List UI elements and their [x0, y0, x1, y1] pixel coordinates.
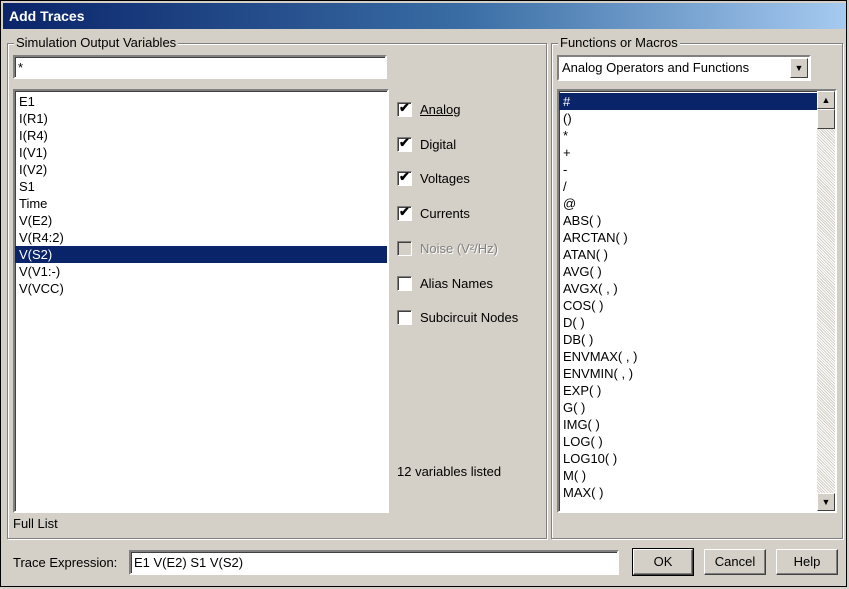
list-item[interactable]: V(S2): [15, 246, 387, 263]
trace-expression-value: E1 V(E2) S1 V(S2): [134, 555, 244, 570]
list-item[interactable]: I(V1): [15, 144, 387, 161]
functions-dropdown-value: Analog Operators and Functions: [562, 60, 750, 75]
digital-checkbox[interactable]: ✔ Digital: [397, 134, 456, 154]
digital-label: Digital: [420, 136, 457, 152]
variable-count: 12 variables listed: [397, 464, 502, 479]
filter-input-value: *: [18, 60, 24, 75]
list-item[interactable]: AVG( ): [559, 263, 817, 280]
functions-dropdown[interactable]: Analog Operators and Functions ▼: [557, 55, 811, 81]
list-item[interactable]: ABS( ): [559, 212, 817, 229]
functions-list[interactable]: #() * + - / @ ABS( ) ARCTAN( ) ATAN( ) AVG( ) AVGX…: [557, 89, 837, 513]
scrollbar-thumb[interactable]: [817, 109, 835, 129]
functions-group-label: Functions or Macros: [558, 35, 680, 51]
currents-label: Currents: [420, 205, 470, 221]
output-variables-list[interactable]: E1 I(R1) I(R4) I(V1) I(V2) S1 Time V(E2) V(R4:2)…: [13, 89, 389, 513]
checkbox-box: [397, 275, 412, 291]
analog-label: Analog: [420, 101, 461, 117]
list-item[interactable]: (): [559, 110, 817, 127]
output-variables-group-label: Simulation Output Variables: [14, 35, 179, 51]
checkbox-box: [397, 240, 412, 256]
list-item[interactable]: @: [559, 195, 817, 212]
list-item[interactable]: G( ): [559, 399, 817, 416]
ok-button[interactable]: OK: [632, 548, 694, 576]
subcircuit-nodes-label: Subcircuit Nodes: [420, 309, 519, 325]
arrow-up-icon[interactable]: ▲: [817, 91, 835, 109]
list-item[interactable]: /: [559, 178, 817, 195]
list-item[interactable]: IMG( ): [559, 416, 817, 433]
list-item[interactable]: V(V1:-): [15, 263, 387, 280]
list-item[interactable]: ENVMIN( , ): [559, 365, 817, 382]
voltages-checkbox[interactable]: ✔ Voltages: [397, 168, 470, 188]
list-item[interactable]: LOG10( ): [559, 450, 817, 467]
noise-label: Noise (V²/Hz): [420, 240, 499, 256]
list-item[interactable]: I(R4): [15, 127, 387, 144]
check-icon: ✔: [397, 100, 412, 117]
full-list-label: Full List: [13, 516, 58, 531]
cancel-button[interactable]: Cancel: [704, 549, 766, 575]
list-item[interactable]: S1: [15, 178, 387, 195]
help-button[interactable]: Help: [776, 549, 838, 575]
list-item[interactable]: *: [559, 127, 817, 144]
trace-expression-label: Trace Expression:: [13, 555, 118, 570]
check-icon: ✔: [397, 135, 412, 152]
check-icon: ✔: [397, 204, 412, 221]
list-item[interactable]: ARCTAN( ): [559, 229, 817, 246]
chevron-down-icon[interactable]: ▼: [790, 58, 808, 78]
list-item[interactable]: LOG( ): [559, 433, 817, 450]
list-item[interactable]: Time: [15, 195, 387, 212]
window-title: Add Traces: [3, 3, 846, 29]
list-item[interactable]: EXP( ): [559, 382, 817, 399]
arrow-down-icon[interactable]: ▼: [817, 493, 835, 511]
check-icon: ✔: [397, 169, 412, 186]
list-item[interactable]: V(R4:2): [15, 229, 387, 246]
checkbox-box: [397, 309, 412, 325]
list-item[interactable]: I(R1): [15, 110, 387, 127]
list-item[interactable]: E1: [15, 93, 387, 110]
list-item[interactable]: MAX( ): [559, 484, 817, 501]
noise-checkbox: Noise (V²/Hz): [397, 238, 498, 258]
trace-expression-input[interactable]: E1 V(E2) S1 V(S2): [129, 550, 619, 575]
list-item[interactable]: ATAN( ): [559, 246, 817, 263]
list-item[interactable]: M( ): [559, 467, 817, 484]
list-item[interactable]: +: [559, 144, 817, 161]
functions-scrollbar[interactable]: ▲ ▼: [817, 91, 835, 511]
list-item[interactable]: COS( ): [559, 297, 817, 314]
list-item[interactable]: #: [559, 93, 817, 110]
currents-checkbox[interactable]: ✔ Currents: [397, 203, 470, 223]
list-item[interactable]: DB( ): [559, 331, 817, 348]
list-item[interactable]: I(V2): [15, 161, 387, 178]
list-item[interactable]: V(VCC): [15, 280, 387, 297]
add-traces-dialog: Add Traces Simulation Output Variables *…: [0, 0, 847, 587]
list-item[interactable]: ENVMAX( , ): [559, 348, 817, 365]
list-item[interactable]: V(E2): [15, 212, 387, 229]
subcircuit-nodes-checkbox[interactable]: Subcircuit Nodes: [397, 307, 518, 327]
alias-names-label: Alias Names: [420, 275, 493, 291]
list-item[interactable]: AVGX( , ): [559, 280, 817, 297]
voltages-label: Voltages: [420, 170, 470, 186]
list-item[interactable]: -: [559, 161, 817, 178]
list-item[interactable]: D( ): [559, 314, 817, 331]
filter-input[interactable]: *: [13, 55, 387, 79]
analog-checkbox[interactable]: ✔ Analog: [397, 99, 460, 119]
alias-names-checkbox[interactable]: Alias Names: [397, 273, 493, 293]
